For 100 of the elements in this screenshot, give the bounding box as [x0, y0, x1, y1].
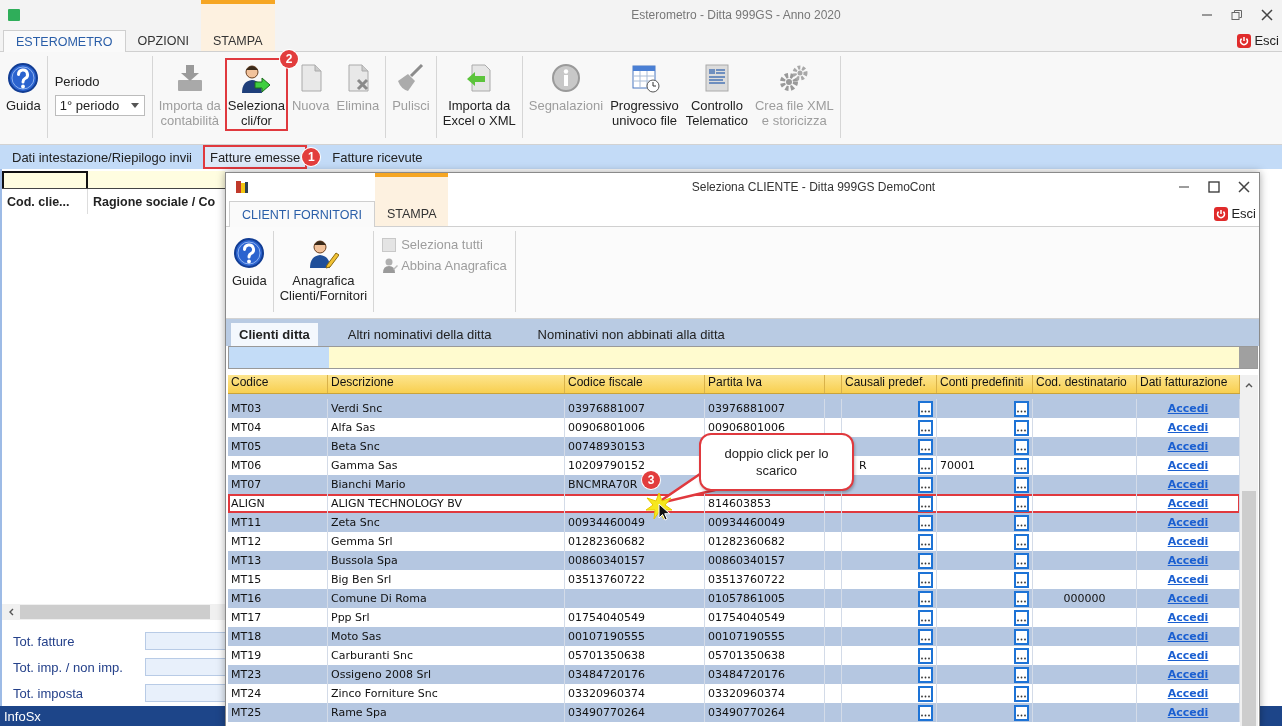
ellipsis-button[interactable] — [1014, 647, 1029, 664]
tab[interactable]: STAMPA — [200, 30, 275, 51]
ellipsis-button[interactable] — [1014, 476, 1029, 493]
exit-button[interactable]: Esci — [1234, 33, 1282, 48]
close-icon — [1261, 9, 1273, 21]
ellipsis-button[interactable] — [1014, 419, 1029, 436]
table-row[interactable]: MT25 Rame Spa 03490770264 03490770264 Accedi — [228, 703, 1240, 722]
nav-tab[interactable]: Dati intestazione/Riepilogo invii — [5, 145, 199, 169]
ellipsis-button[interactable] — [918, 457, 933, 474]
nav-tab[interactable]: Fatture ricevute — [325, 145, 430, 169]
ellipsis-button[interactable] — [918, 704, 933, 721]
ellipsis-button[interactable] — [1014, 666, 1029, 683]
app-icon — [8, 9, 20, 21]
tab[interactable]: ESTEROMETRO — [3, 30, 126, 52]
column-header[interactable]: Partita Iva — [705, 375, 825, 393]
ribbon-button[interactable]: Guida — [229, 233, 270, 291]
link[interactable]: Accedi — [1167, 459, 1209, 472]
ellipsis-button[interactable] — [1014, 495, 1029, 512]
tab[interactable]: Nominativi non abbinati alla ditta — [521, 323, 741, 346]
ellipsis-button[interactable] — [918, 571, 933, 588]
ellipsis-icon — [921, 504, 930, 508]
link[interactable]: Accedi — [1167, 535, 1209, 548]
column-header[interactable]: Conti predefiniti — [937, 375, 1033, 393]
help-icon — [233, 237, 266, 269]
person-arrow-icon — [240, 62, 273, 94]
ellipsis-button[interactable] — [918, 685, 933, 702]
scrollbar[interactable] — [2, 604, 225, 620]
ellipsis-button[interactable] — [918, 419, 933, 436]
ellipsis-button[interactable] — [918, 400, 933, 417]
tab[interactable]: Clienti ditta — [231, 323, 318, 346]
ellipsis-button[interactable] — [1014, 438, 1029, 455]
ellipsis-button[interactable] — [918, 628, 933, 645]
link[interactable]: Accedi — [1167, 687, 1209, 700]
ribbon-button[interactable]: Importa da Excel o XML — [439, 58, 519, 131]
ellipsis-icon — [1017, 713, 1026, 717]
ellipsis-button[interactable] — [918, 438, 933, 455]
period-dropdown[interactable]: 1° periodo — [54, 95, 145, 116]
ellipsis-button[interactable] — [1014, 571, 1029, 588]
column-header[interactable]: Causali predef. — [842, 375, 937, 393]
ellipsis-button[interactable] — [1014, 590, 1029, 607]
filter-bar[interactable] — [2, 171, 225, 189]
ellipsis-button[interactable] — [918, 495, 933, 512]
link[interactable]: Accedi — [1167, 497, 1209, 510]
ribbon-button[interactable]: Progressivo univoco file — [607, 58, 682, 131]
column-header[interactable]: Ragione sociale / Co — [88, 194, 216, 209]
nav-tab[interactable]: Fatture emesse — [202, 145, 308, 169]
tab[interactable]: Altri nominativi della ditta — [331, 323, 508, 346]
ellipsis-button[interactable] — [1014, 704, 1029, 721]
ellipsis-button[interactable] — [918, 609, 933, 626]
ellipsis-button[interactable] — [918, 533, 933, 550]
ellipsis-button[interactable] — [1014, 533, 1029, 550]
ellipsis-button[interactable] — [1014, 628, 1029, 645]
table-row[interactable]: MT03 Verdi Snc 03976881007 03976881007 Accedi — [228, 399, 1240, 418]
table-row[interactable]: MT16 Comune Di Roma 01057861005 000000 Accedi — [228, 589, 1240, 608]
ellipsis-icon — [921, 675, 930, 679]
column-header[interactable]: Codice — [228, 375, 328, 393]
link[interactable]: Accedi — [1167, 649, 1209, 662]
checkbox-label: Seleziona tutti — [401, 237, 483, 252]
ribbon-button[interactable]: Anagrafica Clienti/Fornitori — [276, 233, 371, 306]
table-row[interactable]: MT23 Ossigeno 2008 Srl 03484720176 03484720176 Accedi — [228, 665, 1240, 684]
column-header[interactable]: Cod. destinatario — [1033, 375, 1137, 393]
cursor-icon — [658, 503, 670, 521]
ellipsis-icon — [1017, 637, 1026, 641]
table-row[interactable]: MT18 Moto Sas 00107190555 00107190555 Accedi — [228, 627, 1240, 646]
ellipsis-button[interactable] — [1014, 685, 1029, 702]
ellipsis-button[interactable] — [1014, 552, 1029, 569]
ellipsis-button[interactable] — [918, 514, 933, 531]
ellipsis-button[interactable] — [918, 590, 933, 607]
ellipsis-icon — [1017, 504, 1026, 508]
tab[interactable]: OPZIONI — [125, 30, 201, 51]
table-row[interactable]: MT13 Bussola Spa 00860340157 00860340157 Accedi — [228, 551, 1240, 570]
exit-button[interactable]: Esci — [1211, 206, 1259, 221]
ellipsis-button[interactable] — [1014, 514, 1029, 531]
ellipsis-button[interactable] — [918, 647, 933, 664]
column-header[interactable]: Codice fiscale — [565, 375, 705, 393]
ellipsis-button[interactable] — [1014, 457, 1029, 474]
ellipsis-button[interactable] — [1014, 400, 1029, 417]
link[interactable]: Accedi — [1167, 611, 1209, 624]
ellipsis-icon — [921, 713, 930, 717]
scrollbar[interactable] — [1240, 375, 1258, 726]
ellipsis-button[interactable] — [918, 476, 933, 493]
ellipsis-button[interactable] — [918, 552, 933, 569]
ellipsis-icon — [921, 694, 930, 698]
ellipsis-button[interactable] — [1014, 609, 1029, 626]
sparkle-icon — [646, 493, 672, 519]
window-title: Esterometro - Ditta 999GS - Anno 2020 — [630, 8, 842, 22]
ellipsis-button[interactable] — [918, 666, 933, 683]
table-cell-text: R — [858, 459, 867, 472]
link[interactable]: Accedi — [1167, 421, 1209, 434]
link[interactable]: Accedi — [1167, 573, 1209, 586]
table-row[interactable]: MT11 Zeta Snc 00934460049 00934460049 Accedi — [228, 513, 1240, 532]
column-header[interactable]: Cod. clie... — [2, 189, 88, 214]
ellipsis-icon — [921, 561, 930, 565]
ribbon-button[interactable]: Controllo Telematico — [682, 58, 751, 131]
tab[interactable]: STAMPA — [374, 201, 449, 226]
ellipsis-icon — [921, 656, 930, 660]
column-header[interactable]: Descrizione — [328, 375, 565, 393]
ribbon-button[interactable]: Guida — [3, 58, 44, 116]
table-cell: 70001 — [940, 459, 975, 472]
tab[interactable]: CLIENTI FORNITORI — [229, 201, 375, 227]
